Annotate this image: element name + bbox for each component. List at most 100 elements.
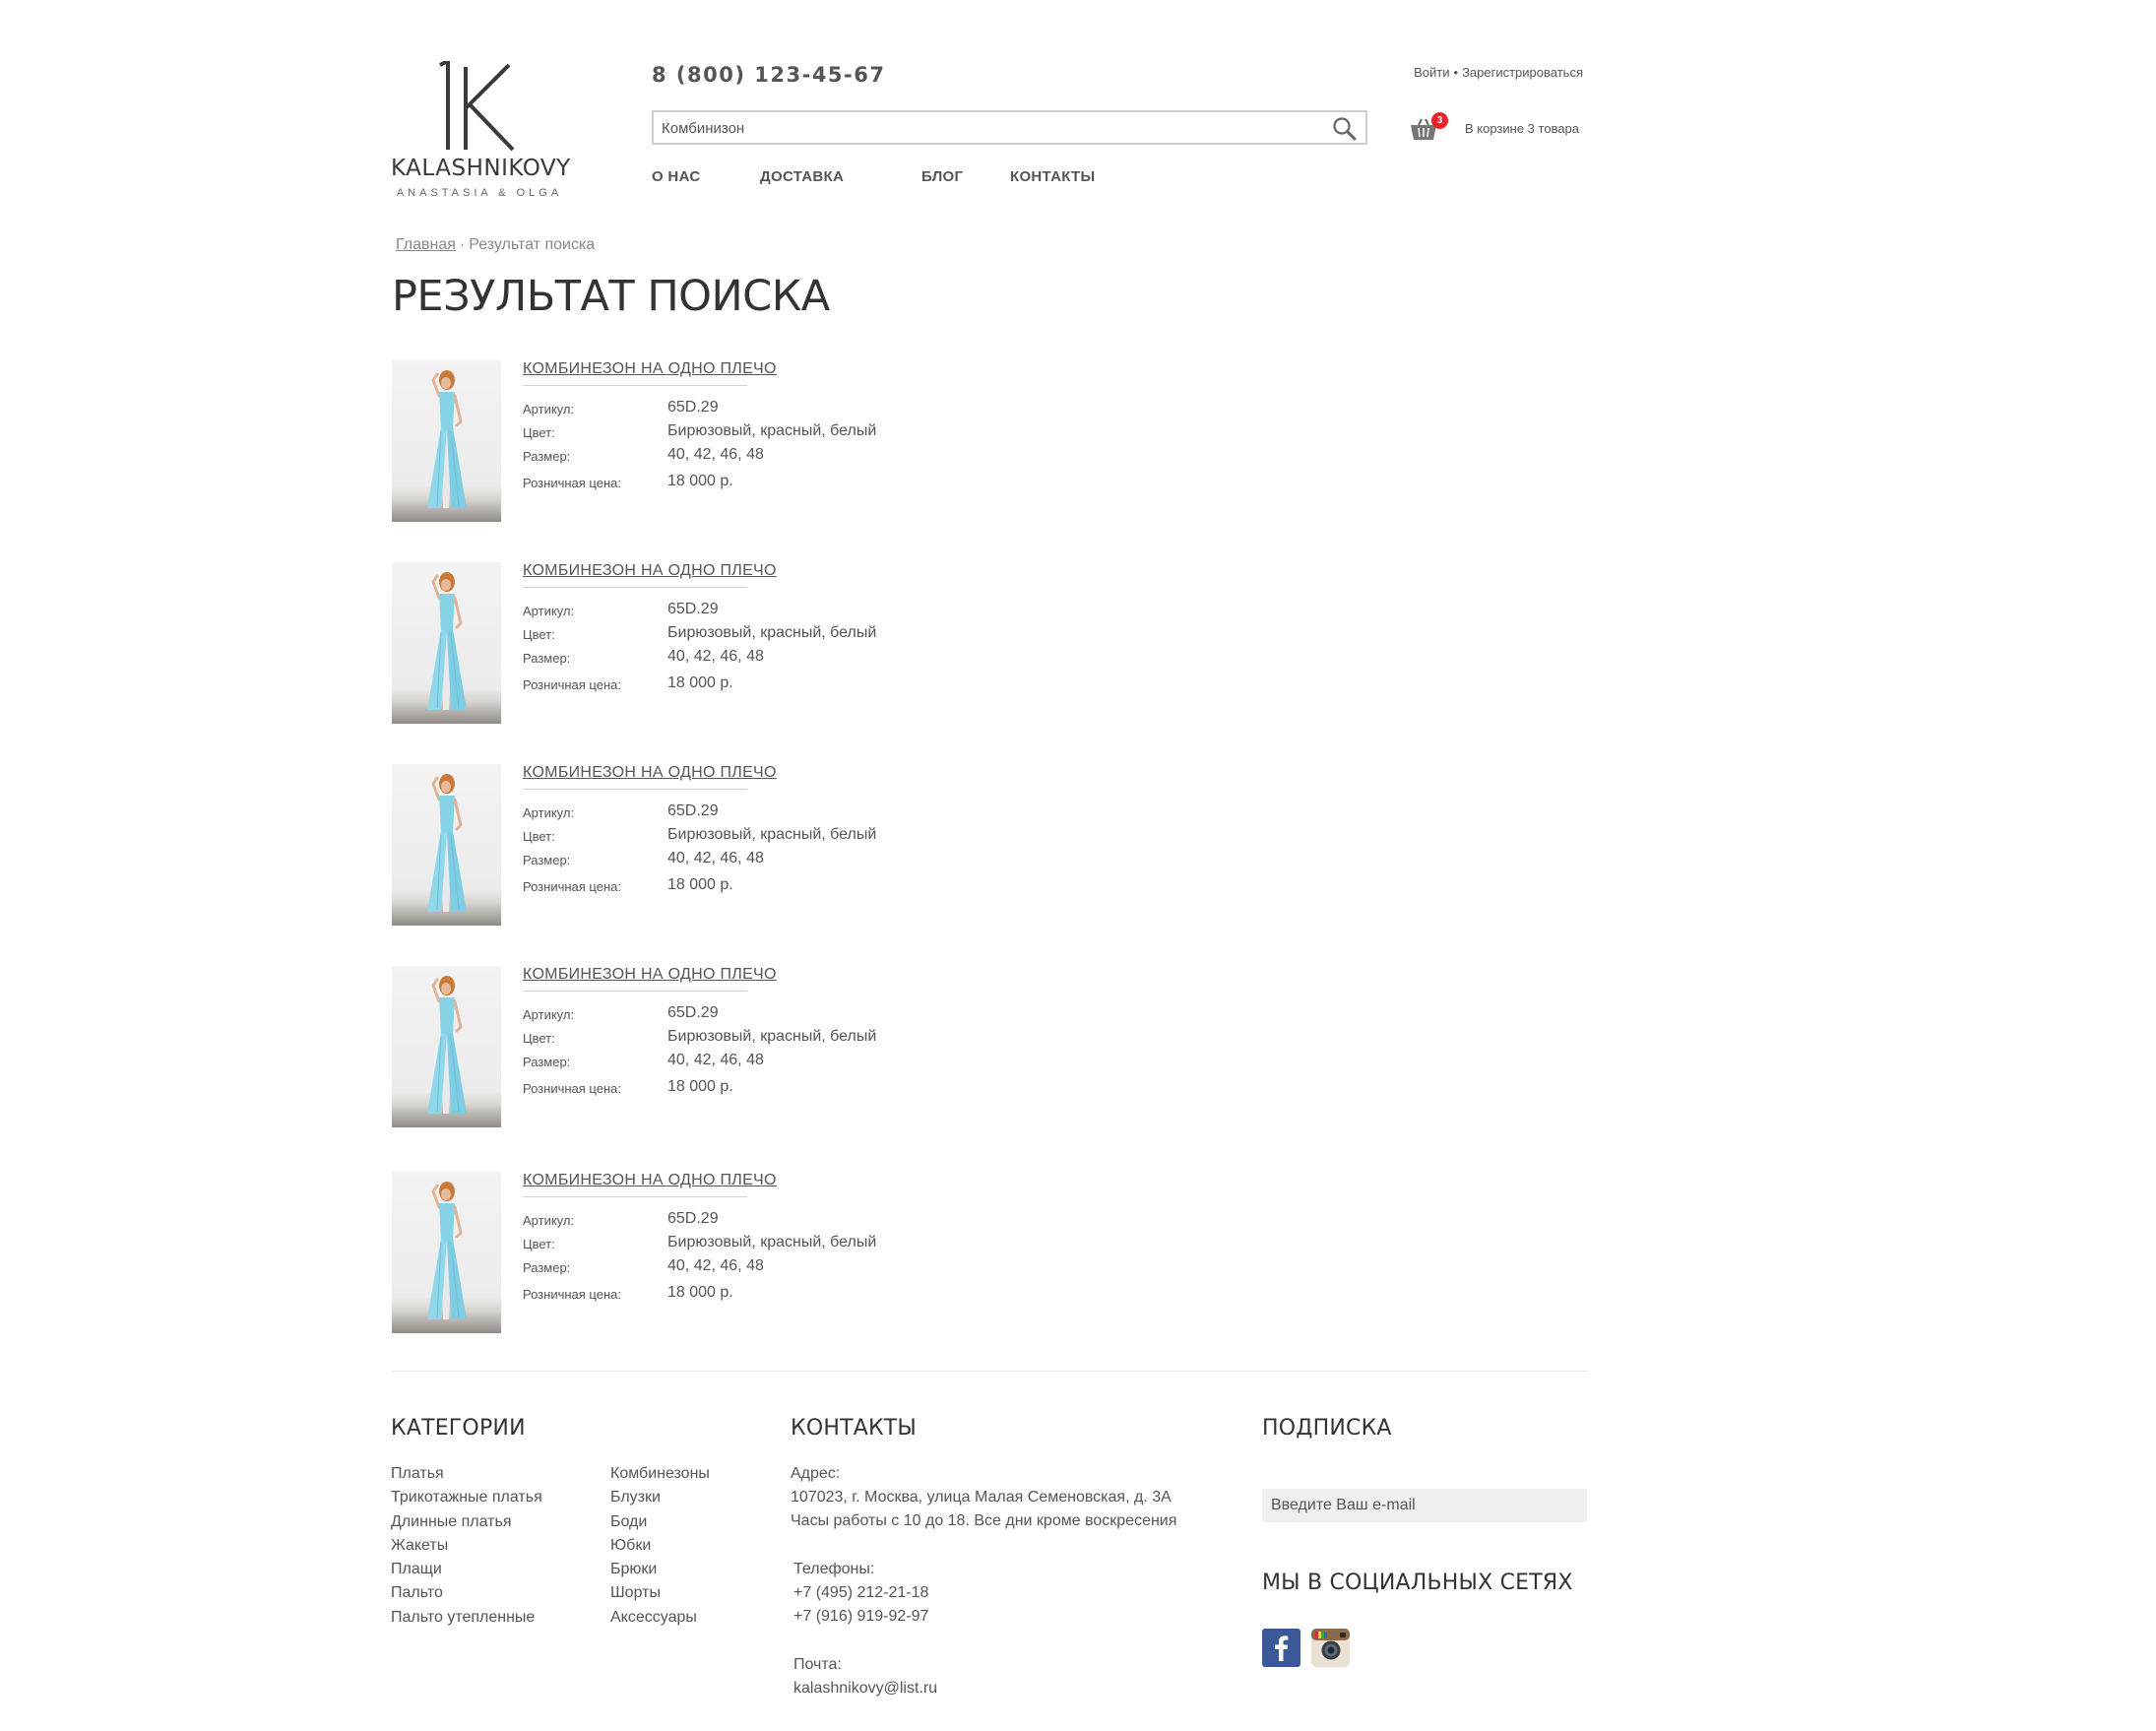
product-image[interactable]: [392, 562, 501, 724]
contact-phone-1[interactable]: +7 (495) 212-21-18: [793, 1581, 928, 1605]
logo-name: KALASHNIKOVY: [391, 156, 571, 181]
category-link[interactable]: Юбки: [610, 1537, 651, 1554]
category-item: Плащи: [391, 1558, 542, 1581]
breadcrumb-current: Результат поиска: [469, 236, 596, 253]
facebook-icon[interactable]: [1262, 1629, 1300, 1667]
phones-label: Телефоны:: [793, 1561, 875, 1577]
product-image[interactable]: [392, 360, 501, 522]
article-value: 65D.29: [667, 601, 719, 617]
price-value: 18 000 р.: [667, 473, 733, 489]
subscribe-email-input[interactable]: [1262, 1489, 1587, 1522]
product-image[interactable]: [392, 966, 501, 1127]
hours-text: Часы работы с 10 до 18. Все дни кроме во…: [791, 1512, 1177, 1529]
product-item: КОМБИНЕЗОН НА ОДНО ПЛЕЧО Артикул: 65D.29…: [392, 562, 1081, 724]
category-item: Боди: [610, 1510, 710, 1534]
size-value: 40, 42, 46, 48: [667, 850, 764, 866]
color-label: Цвет:: [523, 425, 555, 440]
category-link[interactable]: Брюки: [610, 1561, 657, 1577]
category-link[interactable]: Трикотажные платья: [391, 1489, 542, 1506]
category-item: Жакеты: [391, 1534, 542, 1558]
size-label: Размер:: [523, 651, 571, 666]
subscribe-heading: ПОДПИСКА: [1262, 1416, 1392, 1441]
category-link[interactable]: Блузки: [610, 1489, 661, 1506]
price-value: 18 000 р.: [667, 1078, 733, 1095]
category-link[interactable]: Боди: [610, 1513, 647, 1530]
search-icon[interactable]: [1332, 116, 1358, 142]
footer-divider: [392, 1371, 1587, 1372]
color-value: Бирюзовый, красный, белый: [667, 624, 877, 641]
article-value: 65D.29: [667, 1004, 719, 1021]
product-title-divider: [523, 789, 747, 790]
price-label: Розничная цена:: [523, 677, 621, 692]
price-label: Розничная цена:: [523, 1287, 621, 1302]
category-link[interactable]: Жакеты: [391, 1537, 448, 1554]
category-link[interactable]: Плащи: [391, 1561, 442, 1577]
product-title[interactable]: КОМБИНЕЗОН НА ОДНО ПЛЕЧО: [523, 562, 777, 580]
category-link[interactable]: Комбинезоны: [610, 1465, 710, 1482]
cart-summary[interactable]: В корзине 3 товара: [1465, 121, 1579, 136]
category-item: Платья: [391, 1462, 542, 1486]
category-link[interactable]: Пальто: [391, 1584, 443, 1601]
category-link[interactable]: Платья: [391, 1465, 444, 1482]
address-label: Адрес:: [791, 1465, 841, 1482]
color-label: Цвет:: [523, 627, 555, 642]
product-title-divider: [523, 385, 747, 386]
size-value: 40, 42, 46, 48: [667, 1052, 764, 1068]
category-link[interactable]: Шорты: [610, 1584, 661, 1601]
product-item: КОМБИНЕЗОН НА ОДНО ПЛЕЧО Артикул: 65D.29…: [392, 966, 1081, 1127]
categories-list-2: Комбинезоны Блузки Боди Юбки Брюки Шорты…: [610, 1462, 710, 1630]
product-title-divider: [523, 991, 747, 992]
article-label: Артикул:: [523, 1213, 575, 1228]
product-title-divider: [523, 587, 747, 588]
size-label: Размер:: [523, 853, 571, 867]
category-item: Длинные платья: [391, 1510, 542, 1534]
contact-phone-2[interactable]: +7 (916) 919-92-97: [793, 1605, 928, 1629]
price-label: Розничная цена:: [523, 1081, 621, 1096]
article-label: Артикул:: [523, 1007, 575, 1022]
nav-item-about[interactable]: О НАС: [652, 168, 700, 185]
size-value: 40, 42, 46, 48: [667, 648, 764, 665]
page-title: РЕЗУЛЬТАТ ПОИСКА: [392, 272, 830, 321]
breadcrumb-home[interactable]: Главная: [396, 236, 456, 253]
category-item: Пальто утепленные: [391, 1606, 542, 1630]
product-item: КОМБИНЕЗОН НА ОДНО ПЛЕЧО Артикул: 65D.29…: [392, 360, 1081, 522]
logo-subtitle: ANASTASIA & OLGA: [396, 187, 563, 199]
product-image[interactable]: [392, 1172, 501, 1333]
address-text: 107023, г. Москва, улица Малая Семеновск…: [791, 1489, 1172, 1506]
product-title[interactable]: КОМБИНЕЗОН НА ОДНО ПЛЕЧО: [523, 764, 777, 782]
product-title[interactable]: КОМБИНЕЗОН НА ОДНО ПЛЕЧО: [523, 966, 777, 984]
brand-logo[interactable]: KALASHNIKOVY ANASTASIA & OLGA: [391, 61, 571, 205]
article-label: Артикул:: [523, 604, 575, 618]
size-label: Размер:: [523, 1055, 571, 1069]
category-item: Комбинезоны: [610, 1462, 710, 1486]
product-item: КОМБИНЕЗОН НА ОДНО ПЛЕЧО Артикул: 65D.29…: [392, 764, 1081, 926]
category-item: Юбки: [610, 1534, 710, 1558]
nav-item-contacts[interactable]: КОНТАКТЫ: [1010, 168, 1095, 185]
size-label: Размер:: [523, 449, 571, 464]
price-value: 18 000 р.: [667, 876, 733, 893]
nav-item-delivery[interactable]: ДОСТАВКА: [760, 168, 844, 185]
color-value: Бирюзовый, красный, белый: [667, 1028, 877, 1045]
breadcrumb-separator: ·: [459, 236, 466, 253]
product-image[interactable]: [392, 764, 501, 926]
article-value: 65D.29: [667, 1210, 719, 1227]
login-link[interactable]: Войти: [1414, 65, 1449, 80]
size-value: 40, 42, 46, 48: [667, 446, 764, 463]
category-link[interactable]: Пальто утепленные: [391, 1609, 535, 1626]
price-label: Розничная цена:: [523, 879, 621, 894]
social-heading: МЫ В СОЦИАЛЬНЫХ СЕТЯХ: [1262, 1571, 1573, 1595]
nav-item-blog[interactable]: БЛОГ: [921, 168, 963, 185]
product-title[interactable]: КОМБИНЕЗОН НА ОДНО ПЛЕЧО: [523, 1172, 777, 1189]
category-link[interactable]: Длинные платья: [391, 1513, 512, 1530]
price-value: 18 000 р.: [667, 674, 733, 691]
product-title[interactable]: КОМБИНЕЗОН НА ОДНО ПЛЕЧО: [523, 360, 777, 378]
contact-email[interactable]: kalashnikovy@list.ru: [793, 1677, 937, 1700]
instagram-icon[interactable]: [1311, 1629, 1350, 1667]
category-item: Шорты: [610, 1581, 710, 1605]
cart-count-badge: 3: [1431, 112, 1448, 129]
cart[interactable]: 3 В корзине 3 товара: [1410, 108, 1587, 144]
search-input[interactable]: [662, 115, 1311, 141]
search-bar: [652, 110, 1367, 145]
register-link[interactable]: Зарегистрироваться: [1462, 65, 1583, 80]
category-link[interactable]: Аксессуары: [610, 1609, 697, 1626]
